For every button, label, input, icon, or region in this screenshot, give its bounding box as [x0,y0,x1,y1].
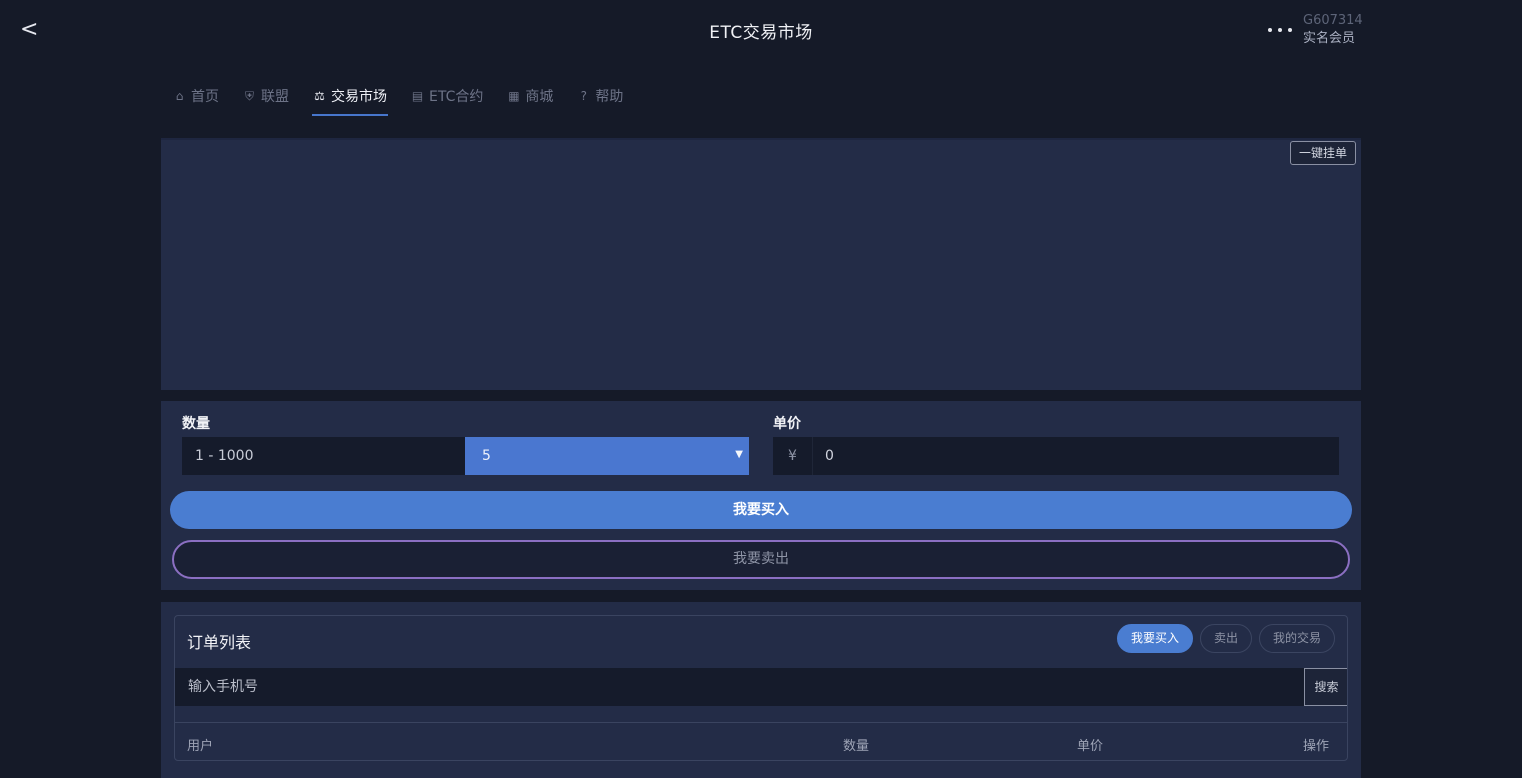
quantity-select-value: 5 [482,448,491,464]
user-id: G607314 [1303,13,1363,28]
quantity-input[interactable] [182,437,465,475]
search-button[interactable]: 搜索 [1304,668,1347,706]
orders-title: 订单列表 [187,633,252,652]
more-options-icon[interactable] [1268,18,1292,42]
shield-icon: ⛨ [244,88,254,103]
home-icon: ⌂ [175,89,184,103]
tab-label: 帮助 [595,89,624,105]
main-nav-tabs: ⌂ 首页 ⛨ 联盟 ⚖ 交易市场 ▤ ETC合约 ▦ 商城 ? 帮助 [172,76,646,116]
order-filters: 我要买入 卖出 我的交易 [1116,624,1335,653]
filter-sell-button[interactable]: 卖出 [1199,624,1252,653]
tab-label: 商城 [525,89,554,105]
tab-label: 首页 [191,89,219,105]
quantity-select[interactable]: 5 ▼ [465,437,749,475]
filter-buy-button[interactable]: 我要买入 [1116,624,1193,653]
page-title: ETC交易市场 [709,23,813,43]
top-bar: < ETC交易市场 G607314 实名会员 [0,0,1522,60]
column-header-action: 操作 [1303,739,1330,754]
tab-help[interactable]: ? 帮助 [576,76,624,116]
tab-etc-contract[interactable]: ▤ ETC合约 [410,76,484,116]
quantity-group: 5 ▼ [182,437,749,475]
user-role: 实名会员 [1303,31,1356,46]
price-group: ¥ [773,437,1339,475]
store-icon: ▦ [508,89,520,103]
quantity-label: 数量 [182,416,210,432]
column-header-user: 用户 [187,739,214,754]
tab-label: ETC合约 [429,89,484,105]
price-input[interactable] [813,437,1339,475]
chart-panel: 一键挂单 [161,138,1361,390]
contract-icon: ▤ [411,89,424,103]
tab-trading-market[interactable]: ⚖ 交易市场 [312,76,388,116]
user-info[interactable]: G607314 实名会员 [1303,12,1363,48]
price-label: 单价 [773,416,801,432]
tab-home[interactable]: ⌂ 首页 [172,76,220,116]
tab-label: 联盟 [261,89,289,105]
column-header-quantity: 数量 [843,739,870,754]
filter-my-trades-button[interactable]: 我的交易 [1258,624,1335,653]
tab-store[interactable]: ▦ 商城 [506,76,554,116]
sell-button[interactable]: 我要卖出 [172,540,1350,579]
orders-card: 订单列表 我要买入 卖出 我的交易 搜索 用户 数量 单价 操作 [174,615,1348,761]
column-header-price: 单价 [1077,739,1104,754]
table-header: 用户 数量 单价 操作 [175,722,1347,760]
quick-order-button[interactable]: 一键挂单 [1289,141,1356,165]
search-row: 搜索 [175,668,1347,706]
currency-prefix: ¥ [773,437,813,475]
orders-panel: 订单列表 我要买入 卖出 我的交易 搜索 用户 数量 单价 操作 [161,602,1361,778]
buy-button[interactable]: 我要买入 [170,491,1352,529]
tab-label: 交易市场 [331,89,387,105]
tab-alliance[interactable]: ⛨ 联盟 [242,76,290,116]
trade-form: 数量 5 ▼ 单价 ¥ 我要买入 我要卖出 [161,401,1361,590]
help-icon: ? [580,89,588,103]
gavel-icon: ⚖ [314,89,325,103]
phone-search-input[interactable] [175,668,1304,706]
caret-down-icon: ▼ [735,449,743,460]
